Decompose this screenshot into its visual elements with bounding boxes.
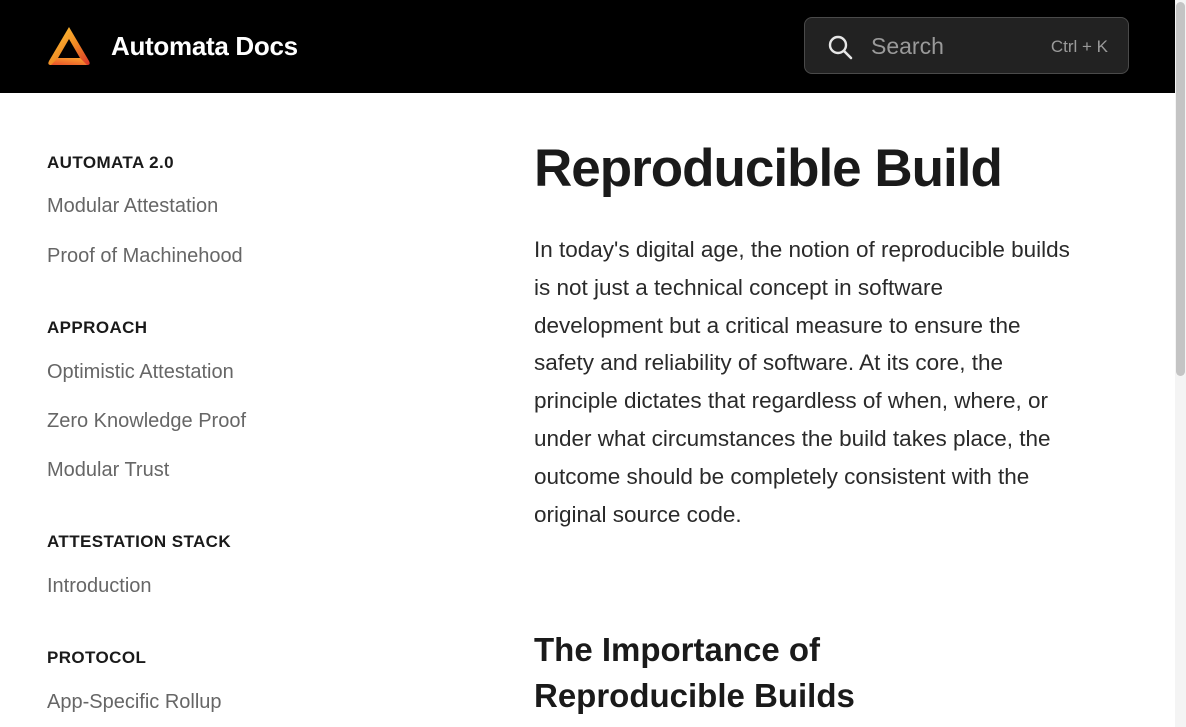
search-shortcut-hint: Ctrl + K [1050, 37, 1108, 56]
sidebar-item-optimistic-attestation[interactable]: Optimistic Attestation [47, 360, 234, 384]
sidebar-item-app-specific-rollup[interactable]: App-Specific Rollup [47, 690, 222, 714]
brand-title[interactable]: Automata Docs [111, 30, 298, 62]
sidebar-heading-attestation-stack: ATTESTATION STACK [47, 532, 232, 551]
scrollbar-thumb[interactable] [1176, 2, 1185, 376]
top-header: Automata Docs Search Ctrl + K [0, 0, 1175, 93]
search-placeholder: Search [871, 33, 944, 59]
sidebar-item-zero-knowledge-proof[interactable]: Zero Knowledge Proof [47, 409, 246, 433]
search-button[interactable]: Search Ctrl + K [804, 17, 1129, 74]
section-heading: The Importance of Reproducible Builds [534, 631, 855, 714]
automata-logo-icon[interactable] [47, 25, 91, 67]
intro-paragraph: In today's digital age, the notion of re… [534, 237, 1070, 527]
sidebar-heading-automata: AUTOMATA 2.0 [47, 153, 174, 172]
sidebar-heading-protocol: PROTOCOL [47, 648, 147, 667]
sidebar-item-introduction[interactable]: Introduction [47, 574, 152, 598]
sidebar-item-modular-attestation[interactable]: Modular Attestation [47, 194, 218, 218]
sidebar-item-proof-of-machinehood[interactable]: Proof of Machinehood [47, 244, 243, 268]
sidebar-heading-approach: APPROACH [47, 318, 148, 337]
page-title: Reproducible Build [534, 139, 1003, 198]
search-icon [828, 35, 853, 60]
sidebar-item-modular-trust[interactable]: Modular Trust [47, 458, 169, 482]
